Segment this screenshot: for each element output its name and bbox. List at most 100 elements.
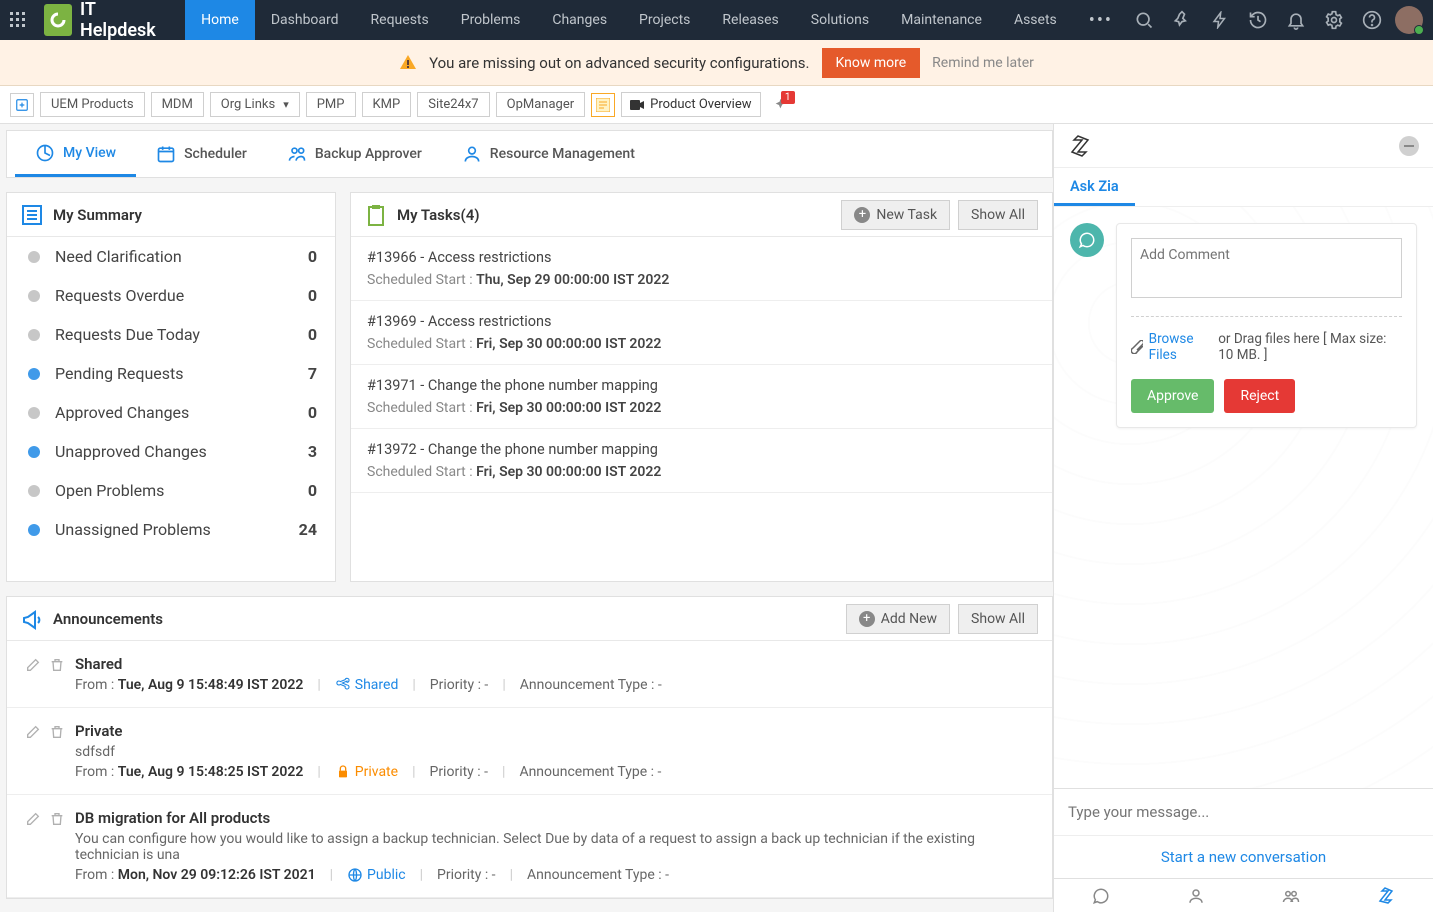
- summary-icon: [21, 204, 43, 226]
- bell-icon[interactable]: [1281, 5, 1311, 35]
- nav-tab-assets[interactable]: Assets: [998, 0, 1073, 40]
- task-item[interactable]: #13969 - Access restrictionsScheduled St…: [351, 301, 1052, 365]
- delete-icon[interactable]: [49, 811, 65, 883]
- approve-button[interactable]: Approve: [1131, 379, 1214, 413]
- approved-icon: [25, 404, 47, 422]
- plus-icon: +: [859, 611, 875, 627]
- summary-count: 0: [308, 403, 317, 422]
- nav-tab-problems[interactable]: Problems: [445, 0, 537, 40]
- person-tab-icon[interactable]: [1149, 879, 1244, 912]
- view-tabs: My ViewSchedulerBackup ApproverResource …: [6, 130, 1053, 178]
- search-icon[interactable]: [1129, 5, 1159, 35]
- know-more-button[interactable]: Know more: [822, 48, 921, 78]
- summary-count: 7: [308, 364, 317, 383]
- attachment-row: Browse Files or Drag files here [ Max si…: [1131, 331, 1402, 363]
- quicklink-kmp[interactable]: KMP: [362, 92, 412, 117]
- summary-row-requests-due-today[interactable]: Requests Due Today0: [7, 315, 335, 354]
- note-icon[interactable]: [591, 93, 615, 117]
- delete-icon[interactable]: [49, 724, 65, 780]
- summary-count: 3: [308, 442, 317, 461]
- task-item[interactable]: #13971 - Change the phone number mapping…: [351, 365, 1052, 429]
- delete-icon[interactable]: [49, 657, 65, 693]
- chat-tab-icon[interactable]: [1054, 879, 1149, 912]
- quicklink-mdm[interactable]: MDM: [151, 92, 204, 117]
- new-task-button[interactable]: +New Task: [841, 200, 950, 230]
- summary-row-unapproved-changes[interactable]: Unapproved Changes 3: [7, 432, 335, 471]
- group-tab-icon[interactable]: [1244, 879, 1339, 912]
- history-icon[interactable]: [1243, 5, 1273, 35]
- quicklink-org-links[interactable]: Org Links: [210, 92, 300, 117]
- quicklink-pmp[interactable]: PMP: [306, 92, 356, 117]
- announcement-item[interactable]: DB migration for All productsYou can con…: [7, 795, 1052, 898]
- show-all-tasks-button[interactable]: Show All: [958, 200, 1038, 230]
- start-conversation-link[interactable]: Start a new conversation: [1054, 835, 1433, 878]
- summary-label: Requests Overdue: [55, 286, 184, 305]
- paperclip-icon: [1131, 340, 1143, 354]
- announcement-meta: From : Tue, Aug 9 15:48:25 IST 2022|Priv…: [75, 764, 1034, 780]
- summary-row-approved-changes[interactable]: Approved Changes0: [7, 393, 335, 432]
- pinned-items-icon[interactable]: 1: [771, 97, 787, 113]
- view-tab-icon: [35, 143, 55, 163]
- bugs-icon: [25, 521, 47, 539]
- browse-files-link[interactable]: Browse Files: [1149, 331, 1213, 363]
- add-announcement-button[interactable]: +Add New: [846, 604, 950, 634]
- summary-row-unassigned-problems[interactable]: Unassigned Problems24: [7, 510, 335, 549]
- nav-tab-releases[interactable]: Releases: [706, 0, 794, 40]
- summary-row-need-clarification[interactable]: Need Clarification0: [7, 237, 335, 276]
- announcement-item[interactable]: SharedFrom : Tue, Aug 9 15:48:49 IST 202…: [7, 641, 1052, 708]
- quicklink-opmanager[interactable]: OpManager: [496, 92, 586, 117]
- security-banner: You are missing out on advanced security…: [0, 40, 1433, 86]
- product-overview-button[interactable]: Product Overview: [621, 92, 760, 117]
- pin-icon[interactable]: [1167, 5, 1197, 35]
- gear-icon[interactable]: [1319, 5, 1349, 35]
- nav-tab-maintenance[interactable]: Maintenance: [885, 0, 998, 40]
- edit-icon[interactable]: [25, 724, 41, 780]
- nav-tab-home[interactable]: Home: [185, 0, 255, 40]
- summary-row-pending-requests[interactable]: Pending Requests7: [7, 354, 335, 393]
- reject-button[interactable]: Reject: [1224, 379, 1295, 413]
- zia-top: [1054, 124, 1433, 168]
- comment-input[interactable]: [1131, 238, 1402, 298]
- view-tab-resource-management[interactable]: Resource Management: [442, 131, 655, 177]
- summary-row-requests-overdue[interactable]: Requests Overdue0: [7, 276, 335, 315]
- bolt-icon[interactable]: [1205, 5, 1235, 35]
- minimize-icon[interactable]: [1399, 136, 1419, 156]
- help-icon[interactable]: [1357, 5, 1387, 35]
- show-all-announcements-button[interactable]: Show All: [958, 604, 1038, 634]
- zia-logo-icon: [1068, 134, 1092, 158]
- ask-zia-tab[interactable]: Ask Zia: [1054, 168, 1135, 206]
- announcement-title: DB migration for All products: [75, 809, 1034, 827]
- view-tab-my-view[interactable]: My View: [15, 131, 136, 177]
- app-title: IT Helpdesk: [80, 0, 165, 41]
- nav-tab-solutions[interactable]: Solutions: [795, 0, 885, 40]
- quicklink-uem-products[interactable]: UEM Products: [40, 92, 145, 117]
- overdue-icon: [25, 287, 47, 305]
- zia-tab-icon[interactable]: [1338, 879, 1433, 912]
- nav-tab-projects[interactable]: Projects: [623, 0, 706, 40]
- zia-body: Browse Files or Drag files here [ Max si…: [1054, 207, 1433, 788]
- task-item[interactable]: #13972 - Change the phone number mapping…: [351, 429, 1052, 493]
- app-switcher-icon[interactable]: [0, 0, 36, 40]
- view-tab-scheduler[interactable]: Scheduler: [136, 131, 267, 177]
- user-avatar[interactable]: [1395, 6, 1423, 34]
- announcement-item[interactable]: PrivatesdfsdfFrom : Tue, Aug 9 15:48:25 …: [7, 708, 1052, 795]
- summary-row-open-problems[interactable]: Open Problems0: [7, 471, 335, 510]
- summary-label: Unapproved Changes: [55, 442, 207, 461]
- task-item[interactable]: #13966 - Access restrictionsScheduled St…: [351, 237, 1052, 301]
- remind-later-button[interactable]: Remind me later: [932, 55, 1034, 71]
- zia-message-input[interactable]: [1054, 789, 1433, 835]
- announcement-desc: sdfsdf: [75, 744, 1034, 760]
- video-icon: [630, 99, 644, 111]
- quicklink-site24x7[interactable]: Site24x7: [417, 92, 489, 117]
- nav-tab-changes[interactable]: Changes: [536, 0, 623, 40]
- edit-icon[interactable]: [25, 657, 41, 693]
- add-link-icon[interactable]: [10, 93, 34, 117]
- task-schedule: Scheduled Start : Fri, Sep 30 00:00:00 I…: [367, 336, 1036, 352]
- nav-tab-dashboard[interactable]: Dashboard: [255, 0, 355, 40]
- announcement-actions: [25, 722, 65, 780]
- nav-tab-requests[interactable]: Requests: [355, 0, 445, 40]
- nav-more-icon[interactable]: •••: [1073, 0, 1129, 40]
- announcement-actions: [25, 655, 65, 693]
- edit-icon[interactable]: [25, 811, 41, 883]
- view-tab-backup-approver[interactable]: Backup Approver: [267, 131, 442, 177]
